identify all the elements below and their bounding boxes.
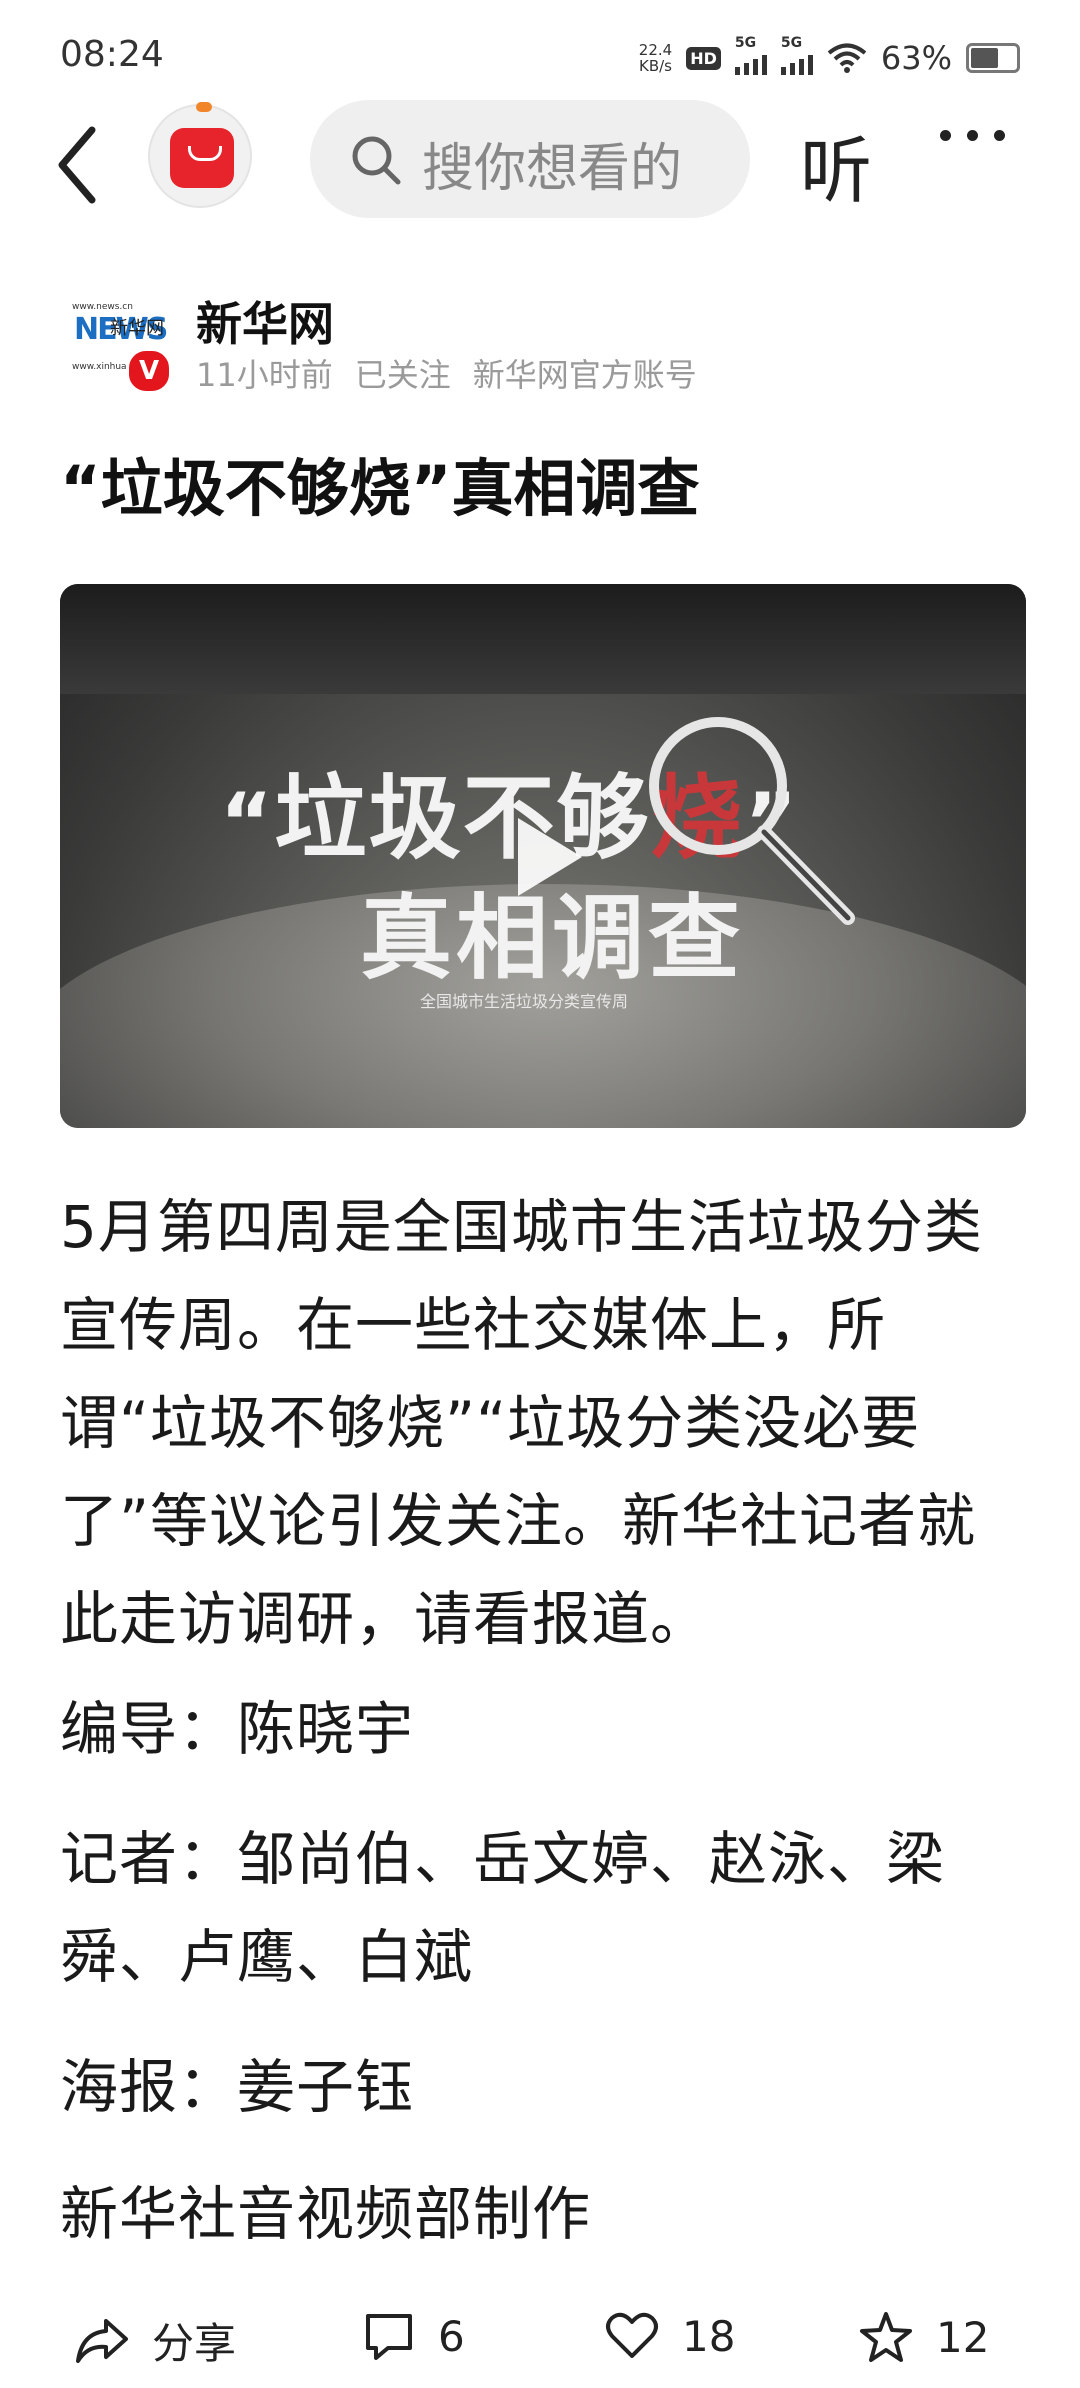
action-bar: 分享 6 18 12 xyxy=(0,2310,1080,2388)
credit-poster: 海报：姜子钰 xyxy=(60,2053,415,2121)
share-icon xyxy=(76,2318,128,2363)
follow-status[interactable]: 已关注 xyxy=(355,350,451,396)
comment-icon xyxy=(366,2314,412,2360)
listen-button[interactable]: 听 xyxy=(800,112,872,217)
credit-producer: 新华社音视频部制作 xyxy=(60,2180,592,2248)
more-dots-icon[interactable] xyxy=(940,130,1005,141)
search-icon xyxy=(352,136,401,185)
hd-icon: HD xyxy=(686,46,721,70)
article-paragraph: 5月第四周是全国城市生活垃圾分类宣传周。在一些社交媒体上，所谓“垃圾不够烧”“垃… xyxy=(60,1193,983,1653)
notification-dot xyxy=(196,102,212,112)
search-placeholder: 搜你想看的 xyxy=(422,139,683,199)
account-type: 新华网官方账号 xyxy=(472,356,697,394)
favorite-button[interactable]: 12 xyxy=(858,2310,989,2364)
video-subtitle: 全国城市生活垃圾分类宣传周 xyxy=(420,992,629,1011)
post-time: 11小时前 xyxy=(196,356,333,394)
author-name[interactable]: 新华网 xyxy=(196,288,334,354)
play-icon[interactable] xyxy=(508,812,588,902)
like-button[interactable]: 18 xyxy=(604,2310,735,2362)
status-bar: 08:24 22.4 KB/s HD 5G 5G 63% xyxy=(0,0,1080,110)
network-speed: 22.4 KB/s xyxy=(638,41,673,75)
status-time: 08:24 xyxy=(60,34,164,75)
battery-icon xyxy=(966,43,1020,73)
share-button[interactable]: 分享 xyxy=(74,2310,236,2371)
video-player[interactable]: “垃圾不够烧” 真相调查 全国城市生活垃圾分类宣传周 xyxy=(60,584,1026,1128)
credit-reporters: 记者：邹尚伯、岳文婷、赵泳、梁舜、卢鹰、白斌 xyxy=(60,1825,946,1991)
verified-badge-icon: V xyxy=(126,348,172,394)
wifi-icon xyxy=(827,43,867,73)
article-title: “垃圾不够烧”真相调查 xyxy=(60,452,700,525)
signal-icon-sim2: 5G xyxy=(780,35,813,75)
signal-icon-sim1: 5G xyxy=(734,35,767,75)
star-icon xyxy=(860,2312,912,2362)
app-avatar-button[interactable] xyxy=(148,102,252,208)
heart-icon xyxy=(606,2312,658,2358)
chevron-left-icon[interactable] xyxy=(48,120,108,210)
author-meta: 11小时前 已关注 新华网官方账号 xyxy=(196,350,697,396)
battery-percent: 63% xyxy=(880,39,952,77)
shopping-bag-icon xyxy=(170,128,234,188)
comment-button[interactable]: 6 xyxy=(362,2310,465,2362)
search-bar[interactable]: 搜你想看的 xyxy=(310,100,750,218)
credit-director: 编导：陈晓宇 xyxy=(60,1695,415,1763)
status-icons: 22.4 KB/s HD 5G 5G 63% xyxy=(638,35,1020,78)
